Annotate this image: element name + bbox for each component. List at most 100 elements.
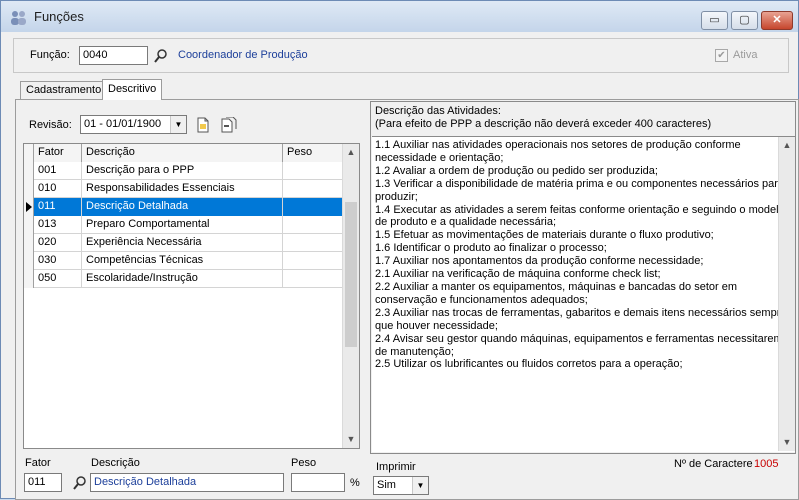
fator-label: Fator <box>25 457 51 469</box>
chevron-down-icon: ▼ <box>170 116 186 133</box>
table-row[interactable]: 030 Competências Técnicas <box>24 252 343 270</box>
descricao-line: 1.6 Identificar o produto ao finalizar o… <box>375 242 607 255</box>
descricao-line: 1.1 Auxiliar nas atividades operacionais… <box>375 139 741 151</box>
descricao-line: 1.4 Executar as atividades a serem feita… <box>375 203 785 216</box>
table-row[interactable]: 010 Responsabilidades Essenciais <box>24 180 343 198</box>
cell-descricao[interactable]: Experiência Necessária <box>82 234 283 252</box>
cell-fator[interactable]: 050 <box>34 270 82 288</box>
cell-fator[interactable]: 013 <box>34 216 82 234</box>
descricao-line: conservação e funcionamentos adequados; <box>375 293 588 306</box>
cell-peso[interactable] <box>283 180 343 198</box>
fatores-grid: Fator Descrição Peso 001 Descrição para … <box>23 143 360 449</box>
cell-peso[interactable] <box>283 162 343 180</box>
char-count-value: 1005 <box>754 458 779 470</box>
descricao-line: 2.3 Auxiliar nas trocas de ferramentas, … <box>375 306 787 319</box>
copy-document-icon[interactable] <box>220 117 238 133</box>
descricao-text[interactable]: 1.1 Auxiliar nas atividades operacionais… <box>375 139 787 371</box>
row-indicator-header <box>24 144 34 162</box>
close-icon: ✕ <box>772 14 782 26</box>
descricao-line: de manutenção; <box>375 345 454 358</box>
maximize-icon: ▢ <box>739 14 750 26</box>
column-header-peso[interactable]: Peso <box>283 144 343 162</box>
title-bar: Funções ▭ ▢ ✕ <box>1 1 798 32</box>
funcao-label: Função: <box>30 49 70 61</box>
table-row[interactable]: 001 Descrição para o PPP <box>24 162 343 180</box>
scroll-thumb[interactable] <box>345 202 357 347</box>
descricao-line: 2.1 Auxiliar na verificação de máquina c… <box>375 268 661 281</box>
cell-descricao[interactable]: Escolaridade/Instrução <box>82 270 283 288</box>
chevron-down-icon: ▼ <box>412 477 428 494</box>
descricao-atividades-panel: Descrição das Atividades: (Para efeito d… <box>370 101 796 454</box>
cell-peso[interactable] <box>283 252 343 270</box>
window-title: Funções <box>34 9 84 24</box>
funcao-code-input[interactable]: 0040 <box>79 46 148 65</box>
descricao-line: produzir; <box>375 190 418 203</box>
row-indicator <box>24 270 34 288</box>
tab-descritivo[interactable]: Descritivo <box>102 79 163 100</box>
header-panel: Função: 0040 Coordenador de Produção ✔ A… <box>13 38 789 73</box>
cell-peso[interactable] <box>283 234 343 252</box>
cell-descricao[interactable]: Descrição Detalhada <box>82 198 283 216</box>
descricao-line: de produto e a qualidade necessária; <box>375 216 557 229</box>
grid-header: Fator Descrição Peso <box>24 144 343 162</box>
descricao-line: 1.5 Efetuar as movimentações de materiai… <box>375 229 714 242</box>
ativa-checkbox[interactable]: ✔ <box>715 49 728 62</box>
close-button[interactable]: ✕ <box>761 11 793 30</box>
descricao-field[interactable]: Descrição Detalhada <box>90 473 284 492</box>
current-row-arrow-icon <box>24 198 34 216</box>
imprimir-label: Imprimir <box>376 461 416 473</box>
column-header-descricao[interactable]: Descrição <box>82 144 283 162</box>
peso-label: Peso <box>291 457 317 469</box>
descricao-scrollbar[interactable]: ▲ ▼ <box>778 137 795 451</box>
descricao-line: 1.7 Auxiliar nos apontamentos da produçã… <box>375 255 704 268</box>
descricao-title-line1: Descrição das Atividades: <box>375 105 501 117</box>
row-indicator <box>24 234 34 252</box>
search-icon[interactable] <box>153 48 169 64</box>
descricao-line: que houver necessidade; <box>375 319 498 332</box>
table-row[interactable]: 013 Preparo Comportamental <box>24 216 343 234</box>
cell-fator[interactable]: 001 <box>34 162 82 180</box>
search-icon[interactable] <box>72 475 88 491</box>
scroll-up-icon[interactable]: ▲ <box>343 144 359 161</box>
cell-descricao[interactable]: Responsabilidades Essenciais <box>82 180 283 198</box>
table-row[interactable]: 050 Escolaridade/Instrução <box>24 270 343 288</box>
cell-descricao[interactable]: Descrição para o PPP <box>82 162 283 180</box>
grid-scrollbar[interactable]: ▲ ▼ <box>342 144 359 448</box>
descricao-panel-title: Descrição das Atividades: (Para efeito d… <box>375 105 711 131</box>
cell-descricao[interactable]: Competências Técnicas <box>82 252 283 270</box>
column-header-fator[interactable]: Fator <box>34 144 82 162</box>
window: Funções ▭ ▢ ✕ Função: 0040 Coordenador d… <box>0 0 799 500</box>
tab-cadastramento[interactable]: Cadastramento <box>20 81 108 100</box>
descricao-textarea[interactable]: 1.1 Auxiliar nas atividades operacionais… <box>372 136 795 452</box>
imprimir-select[interactable]: Sim ▼ <box>373 476 429 495</box>
descricao-line: necessidade e orientação; <box>375 151 504 164</box>
funcao-name: Coordenador de Produção <box>178 49 308 61</box>
cell-peso[interactable] <box>283 216 343 234</box>
cell-fator[interactable]: 010 <box>34 180 82 198</box>
scroll-up-icon[interactable]: ▲ <box>779 137 795 154</box>
minimize-button[interactable]: ▭ <box>701 11 728 30</box>
fator-input[interactable]: 011 <box>24 473 62 492</box>
revisao-select[interactable]: 01 - 01/01/1900 ▼ <box>80 115 187 134</box>
new-document-icon[interactable] <box>196 117 210 133</box>
table-row[interactable]: 020 Experiência Necessária <box>24 234 343 252</box>
descricao-line: 2.4 Avisar seu gestor quando máquinas, e… <box>375 332 783 345</box>
cell-fator[interactable]: 011 <box>34 198 82 216</box>
char-count-label: Nº de Caractere <box>674 458 753 470</box>
scroll-down-icon[interactable]: ▼ <box>779 434 795 451</box>
scroll-down-icon[interactable]: ▼ <box>343 431 359 448</box>
cell-fator[interactable]: 020 <box>34 234 82 252</box>
minimize-icon: ▭ <box>709 14 720 26</box>
cell-descricao[interactable]: Preparo Comportamental <box>82 216 283 234</box>
cell-fator[interactable]: 030 <box>34 252 82 270</box>
table-row-selected[interactable]: 011 Descrição Detalhada <box>24 198 343 216</box>
cell-peso[interactable] <box>283 270 343 288</box>
maximize-button[interactable]: ▢ <box>731 11 758 30</box>
peso-input[interactable] <box>291 473 345 492</box>
percent-sign: % <box>350 477 360 489</box>
cell-peso[interactable] <box>283 198 343 216</box>
descricao-line: 2.5 Utilizar os lubrificantes ou fluidos… <box>375 358 683 371</box>
descricao-title-line2: (Para efeito de PPP a descrição não deve… <box>375 118 712 130</box>
imprimir-value: Sim <box>377 479 396 491</box>
descricao-line: 1.3 Verificar a disponibilidade de matér… <box>375 177 785 190</box>
